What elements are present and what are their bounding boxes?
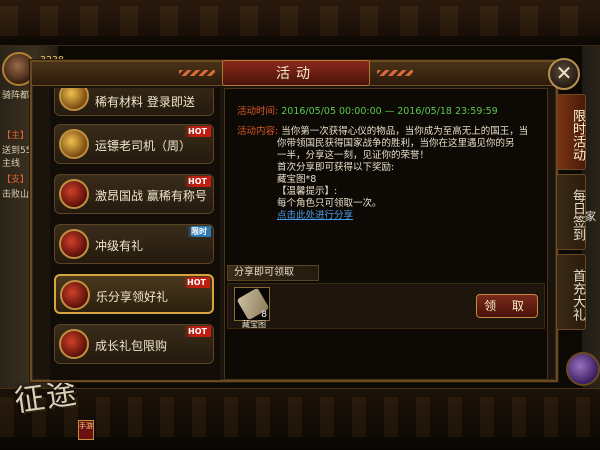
item-label: 乐分享领好礼 [96,290,169,304]
time-label: 活动时间: [237,106,279,117]
content-label: 活动内容: [237,126,279,137]
hot-badge: HOT [184,176,211,187]
right-hud-label: 家 [585,210,596,223]
logo-stamp: 手游 [78,420,94,440]
top-decor-band [0,0,600,46]
list-item[interactable]: 成长礼包限购 HOT [54,324,214,364]
limited-badge: 限时 [187,226,211,237]
gift-bag-icon [60,280,90,310]
share-section-header: 分享即可领取 [227,265,319,281]
reward-slot[interactable]: 8 [234,287,270,321]
tab-daily-signin[interactable]: 每日签到 [556,174,586,250]
gift-bag-icon [59,229,89,259]
list-item-selected[interactable]: 乐分享领好礼 HOT [54,274,214,314]
gift-bag-icon [59,179,89,209]
list-item[interactable]: 激昂国战 赢稀有称号 HOT [54,174,214,214]
item-label: 成长礼包限购 [95,339,168,353]
reward-name: 藏宝图 [242,320,266,329]
dialog-title: 活动 [276,66,316,82]
claim-button[interactable]: 领 取 [476,294,538,318]
activity-detail: 活动时间: 2016/05/05 00:00:00 — 2016/05/18 2… [224,88,548,380]
activity-dialog: 活动 稀有材料 登录即送 运镖老司机（周） HOT 激昂国战 赢稀有称号 HOT… [30,60,558,382]
gift-bag-icon [59,329,89,359]
close-icon[interactable]: ✕ [548,58,580,90]
activity-list[interactable]: 稀有材料 登录即送 运镖老司机（周） HOT 激昂国战 赢稀有称号 HOT 冲级… [50,88,220,380]
hot-badge: HOT [184,326,211,337]
activity-time: 活动时间: 2016/05/05 00:00:00 — 2016/05/18 2… [237,103,498,117]
share-link[interactable]: 点击此处进行分享 [277,207,353,221]
escort-icon [59,129,89,159]
item-label: 冲级有礼 [95,239,144,253]
reward-row: 8 藏宝图 领 取 [227,283,545,329]
item-label: 稀有材料 登录即送 [95,95,195,109]
item-label: 激昂国战 赢稀有称号 [95,189,207,203]
list-item[interactable]: 冲级有礼 限时 [54,224,214,264]
item-label: 运镖老司机（周） [95,139,192,153]
skill-orb[interactable] [566,352,600,386]
material-icon [59,88,89,111]
list-item[interactable]: 稀有材料 登录即送 [54,88,214,116]
time-value: 2016/05/05 00:00:00 — 2016/05/18 23:59:5… [281,106,498,117]
tab-first-recharge[interactable]: 首充大礼 [556,254,586,330]
bottom-decor-band [0,388,600,450]
title-plaque: 活动 [179,60,413,86]
tab-limited-activity[interactable]: 限时活动 [556,94,586,170]
title-bar: 活动 [32,60,556,86]
hot-badge: HOT [184,126,211,137]
hot-badge: HOT [183,277,210,288]
list-item[interactable]: 运镖老司机（周） HOT [54,124,214,164]
